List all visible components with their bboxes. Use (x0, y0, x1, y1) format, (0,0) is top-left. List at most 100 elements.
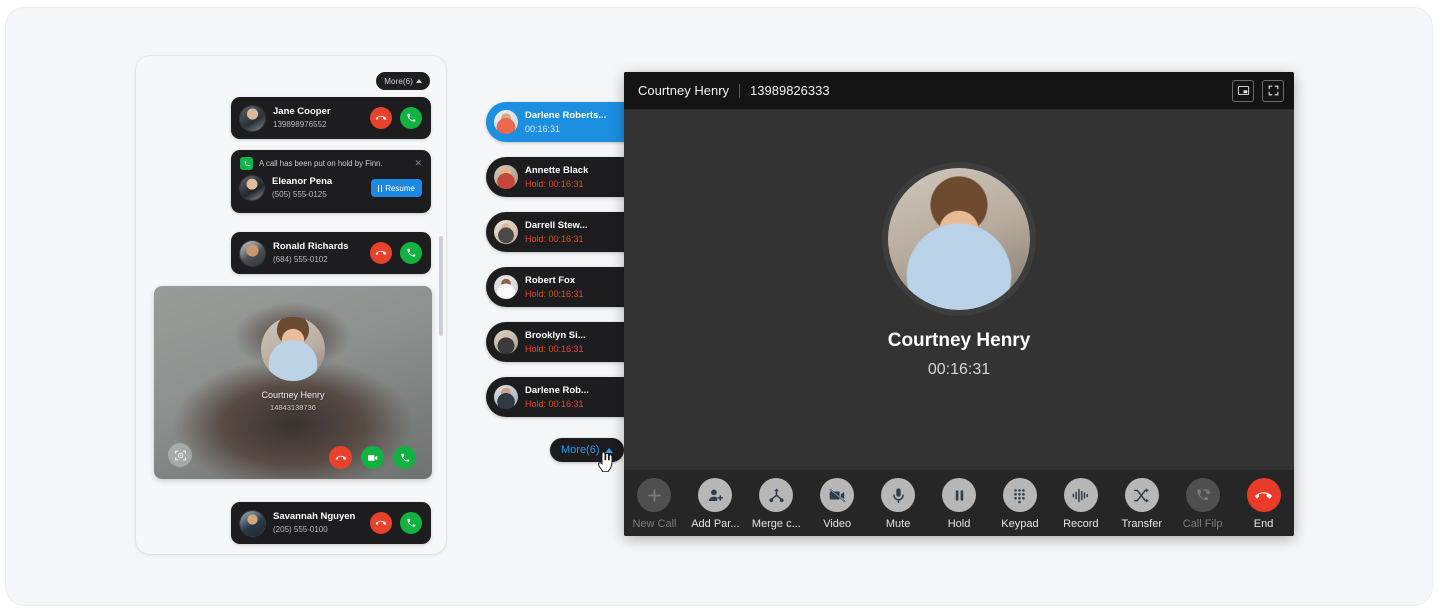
toolbar-label: New Call (632, 518, 677, 530)
avatar (240, 510, 265, 536)
call-window-contact-number: 13989826333 (750, 83, 830, 98)
plus-icon-ring (637, 478, 672, 512)
title-divider (739, 83, 741, 98)
list-item-status: Hold: 00:16:31 (525, 178, 584, 189)
keypad-icon (1014, 488, 1026, 503)
video-off-icon (829, 488, 846, 502)
toolbar-record[interactable]: Record (1050, 478, 1111, 530)
video-answer-button[interactable] (361, 446, 384, 469)
toolbar-mute[interactable]: Mute (868, 478, 929, 530)
toolbar-label: Record (1063, 518, 1099, 530)
call-card-name: Savannah Nguyen (273, 511, 356, 522)
list-item[interactable]: Brooklyn Si... Hold: 00:16:31 (486, 322, 636, 362)
list-item[interactable]: Darlene Roberts... 00:16:31 (486, 102, 636, 142)
mid-more-label: More(6) (561, 444, 600, 456)
participants-call-list: Darlene Roberts... 00:16:31 Annette Blac… (486, 102, 636, 432)
list-item-name: Brooklyn Si... (525, 329, 586, 341)
toolbar-label: Video (823, 518, 852, 530)
toolbar-transfer[interactable]: Transfer (1111, 478, 1172, 530)
resume-label: Resume (385, 183, 415, 193)
toolbar-merge-call[interactable]: Merge c... (746, 478, 807, 530)
fullscreen-button[interactable] (1262, 79, 1284, 102)
phone-icon (240, 157, 253, 170)
phone-answer-icon (407, 248, 416, 257)
add-participant-icon (708, 488, 723, 501)
left-panel-scrollbar[interactable] (439, 236, 443, 336)
toolbar-keypad[interactable]: Keypad (989, 478, 1050, 530)
call-card-name: Jane Cooper (273, 106, 331, 117)
mouse-cursor-pointer (598, 452, 613, 472)
toolbar-label: End (1253, 518, 1274, 530)
record-waveform-icon (1072, 488, 1089, 502)
close-icon[interactable]: ✕ (414, 159, 422, 168)
toolbar-end-call[interactable]: End (1233, 478, 1294, 530)
toolbar-label: Transfer (1121, 518, 1162, 530)
toolbar-video[interactable]: Video (807, 478, 868, 530)
call-card-savannah-nguyen[interactable]: Savannah Nguyen (205) 555-0100 (231, 502, 431, 544)
phone-answer-icon (407, 518, 416, 527)
call-window-body: Courtney Henry 00:16:31 (624, 110, 1294, 470)
hangup-icon (375, 250, 387, 255)
avatar (494, 165, 518, 189)
record-waveform-icon-ring (1063, 478, 1098, 512)
merge-call-icon (769, 487, 784, 502)
toolbar-label: Add Par... (691, 518, 740, 530)
phone-answer-icon (400, 453, 409, 462)
add-participant-icon-ring (698, 478, 733, 512)
video-card-name: Courtney Henry (261, 390, 325, 400)
video-card-controls (329, 446, 416, 469)
pause-icon (955, 489, 963, 501)
fullscreen-icon (1268, 85, 1278, 96)
list-item-status: Hold: 00:16:31 (525, 343, 584, 354)
avatar (494, 220, 518, 244)
avatar (240, 240, 265, 266)
list-item[interactable]: Darlene Rob... Hold: 00:16:31 (486, 377, 636, 417)
answer-button[interactable] (400, 242, 422, 264)
hangup-button[interactable] (370, 107, 392, 129)
resume-button[interactable]: Resume (370, 179, 422, 197)
hangup-button[interactable] (329, 446, 352, 469)
toolbar-label: Hold (947, 518, 971, 530)
list-item[interactable]: Darrell Stew... Hold: 00:16:31 (486, 212, 636, 252)
plus-icon (648, 488, 661, 502)
toolbar-add-participant[interactable]: Add Par... (685, 478, 746, 530)
call-hero-timer: 00:16:31 (927, 361, 991, 378)
hangup-icon (335, 455, 346, 460)
face-detect-icon[interactable] (168, 443, 192, 467)
active-video-call-card[interactable]: Courtney Henry 14843138736 (154, 286, 432, 479)
transfer-shuffle-icon-ring (1124, 478, 1159, 512)
toolbar-label: Mute (885, 518, 911, 530)
call-card-number: 139898976552 (273, 120, 327, 129)
call-window-titlebar: Courtney Henry 13989826333 (624, 72, 1294, 110)
list-item-status: Hold: 00:16:31 (525, 398, 584, 409)
pause-icon-ring (942, 478, 976, 512)
left-more-button[interactable]: More(6) (376, 72, 430, 90)
toolbar-new-call[interactable]: New Call (624, 478, 685, 530)
picture-in-picture-button[interactable] (1232, 79, 1254, 102)
toolbar-hold[interactable]: Hold (929, 478, 990, 530)
screenshot-root: More(6) Jane Cooper 139898976552 A call … (0, 0, 1438, 612)
call-card-number: (684) 555-0102 (273, 255, 328, 264)
hangup-button[interactable] (370, 512, 392, 534)
answer-button[interactable] (400, 107, 422, 129)
chevron-up-icon (416, 79, 422, 83)
hangup-button[interactable] (370, 242, 392, 264)
hold-contact-number: (505) 555-0125 (272, 190, 327, 199)
call-card-name: Ronald Richards (273, 241, 349, 252)
call-controls-toolbar: New Call Add Par... Merge c... Video Mut… (624, 470, 1294, 536)
list-item[interactable]: Robert Fox Hold: 00:16:31 (486, 267, 636, 307)
list-item[interactable]: Annette Black Hold: 00:16:31 (486, 157, 636, 197)
call-card-ronald-richards[interactable]: Ronald Richards (684) 555-0102 (231, 232, 431, 274)
call-card-jane-cooper[interactable]: Jane Cooper 139898976552 (231, 97, 431, 139)
avatar (494, 330, 518, 354)
list-item-status: 00:16:31 (525, 123, 561, 134)
list-item-status: Hold: 00:16:31 (525, 233, 584, 244)
answer-button[interactable] (400, 512, 422, 534)
video-card-number: 14843138736 (270, 403, 316, 412)
toolbar-call-flip[interactable]: Call Filp (1172, 478, 1233, 530)
list-item-name: Darlene Rob... (525, 384, 589, 396)
avatar (494, 385, 518, 409)
answer-button[interactable] (393, 446, 416, 469)
avatar (261, 317, 325, 381)
hangup-icon (375, 115, 387, 120)
